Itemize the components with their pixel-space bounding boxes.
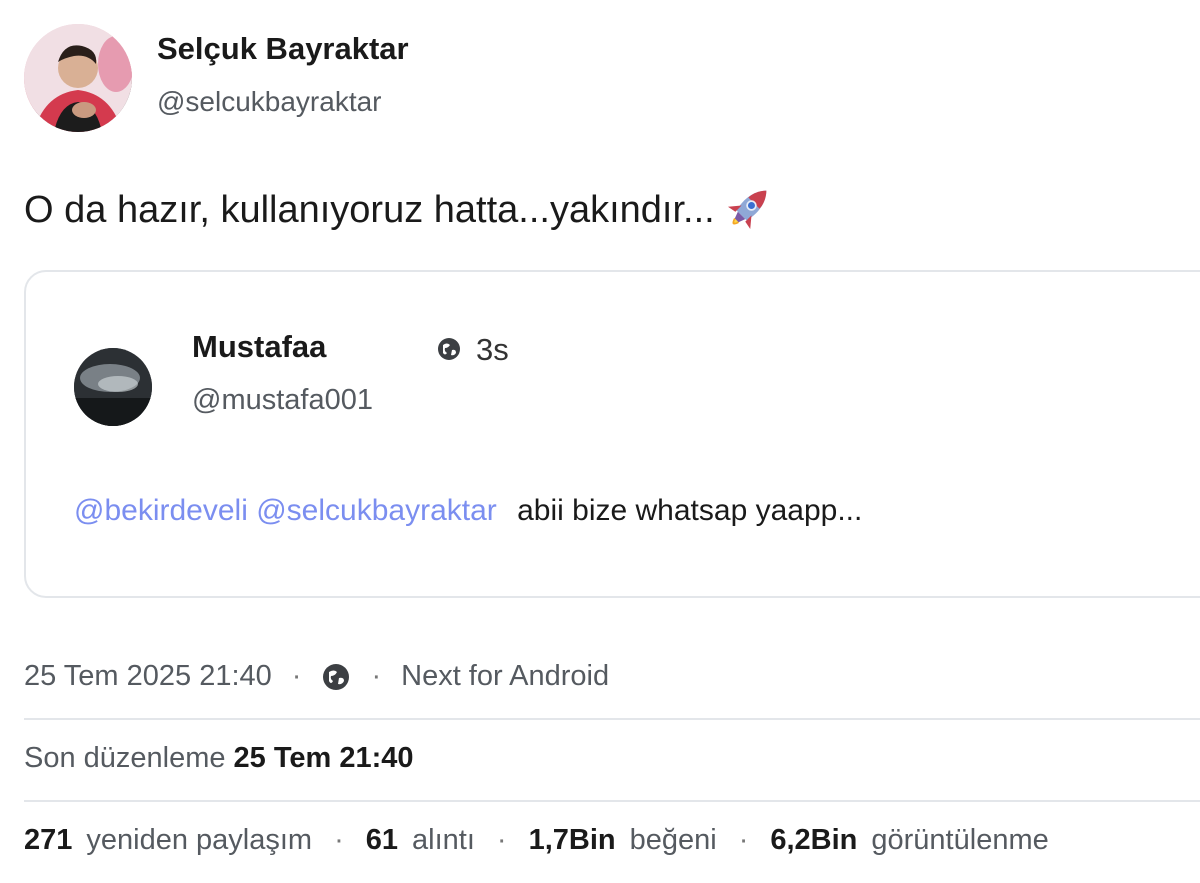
post-text-content: O da hazır, kullanıyoruz hatta...yakındı… [24,189,715,231]
separator-dot: · [291,660,302,692]
post-meta: 25 Tem 2025 21:40 · · Next for Android [24,660,609,693]
quoted-author-handle[interactable]: @mustafa001 [192,384,373,417]
post-stats: 271 yeniden paylaşım · 61 alıntı · 1,7Bin b… [24,824,1049,857]
separator-dot: · [334,824,344,856]
quoted-post-card[interactable]: Mustafaa 3s @mustafa001 @bekirdeveli @se… [24,270,1200,598]
divider [24,718,1200,720]
post-text: O da hazır, kullanıyoruz hatta...yakındı… [24,180,777,236]
mention-link[interactable]: @bekirdeveli [74,494,248,527]
globe-icon [321,662,351,692]
divider [24,800,1200,802]
likes-count: 1,7Bin [528,824,616,856]
separator-dot: · [496,824,507,856]
likes-stat[interactable]: 1,7Bin beğeni [529,824,717,857]
quoted-post-body: abii bize whatsap yaapp... [517,494,863,527]
author-name[interactable]: Selçuk Bayraktar [157,31,409,67]
separator-dot: · [371,660,382,692]
separator-dot: · [738,824,749,856]
views-stat: 6,2Bin görüntülenme [770,824,1048,857]
edit-time: 25 Tem 21:40 [233,742,414,774]
quoted-author-name[interactable]: Mustafaa [192,329,326,365]
quotes-label: alıntı [412,824,475,856]
post-client: Next for Android [401,660,610,692]
quotes-count: 61 [365,824,399,856]
globe-icon [436,336,462,362]
rocket-icon [721,180,777,236]
reposts-count: 271 [24,824,73,856]
quoted-post-text: @bekirdeveli @selcukbayraktar abii bize … [74,494,862,528]
quotes-stat[interactable]: 61 alıntı [366,824,475,857]
post-view: Selçuk Bayraktar @selcukbayraktar O da h… [0,0,1200,883]
quoted-post-time: 3s [476,332,509,367]
author-handle[interactable]: @selcukbayraktar [157,86,382,118]
reposts-label: yeniden paylaşım [86,824,313,856]
views-label: görüntülenme [871,824,1049,856]
mention-link[interactable]: @selcukbayraktar [256,494,497,527]
author-avatar[interactable] [24,24,132,132]
edit-label: Son düzenleme [24,742,226,774]
quoted-author-avatar[interactable] [74,348,152,426]
edit-info[interactable]: Son düzenleme 25 Tem 21:40 [24,742,414,775]
views-count: 6,2Bin [770,824,858,856]
likes-label: beğeni [629,824,717,856]
post-date[interactable]: 25 Tem 2025 21:40 [24,660,272,693]
reposts-stat[interactable]: 271 yeniden paylaşım [24,824,312,857]
